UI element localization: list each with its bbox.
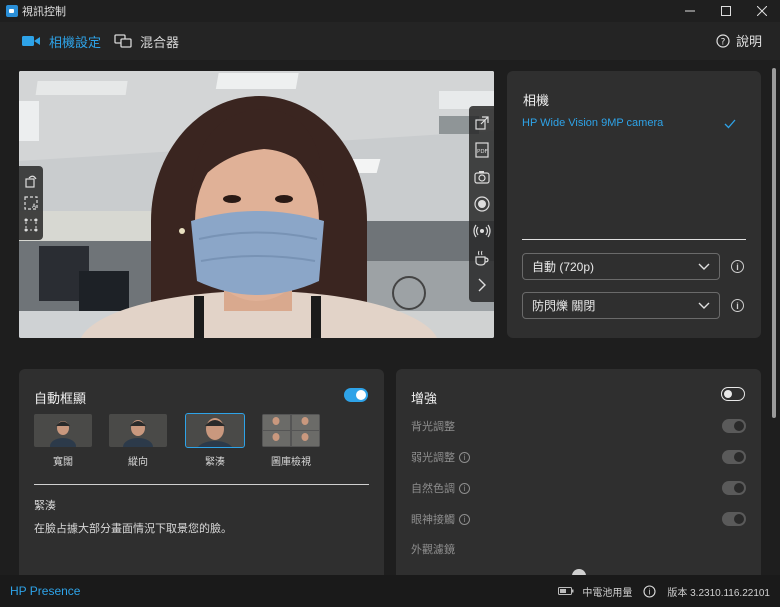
help-label: 說明 [735, 34, 762, 49]
camera-panel: 相機 HP Wide Vision 9MP camera 自動 (720p) i… [507, 71, 761, 338]
nav-bar: 相機設定 混合器 ? 說明 [0, 22, 780, 60]
svg-text:?: ? [721, 37, 726, 47]
enhance-title: 增強 [411, 391, 438, 406]
enhance-row-eye-contact: 眼神接觸 i [411, 511, 746, 527]
auto-framing-panel: 自動框顯 緊湊 在臉占據大部分畫面情況下取景您的臉。 [19, 369, 384, 579]
divider [522, 239, 746, 240]
broadcast-icon[interactable] [472, 224, 491, 238]
pdf-icon[interactable]: PDF [474, 142, 489, 158]
info-icon[interactable]: i [459, 482, 470, 494]
maximize-icon [721, 6, 731, 16]
help-button[interactable]: ? 說明 [716, 31, 762, 50]
framing-description: 在臉占據大部分畫面情況下取景您的臉。 [34, 523, 232, 535]
auto-frame-icon[interactable]: A [24, 196, 38, 210]
mixer-icon [114, 34, 132, 48]
framing-option-portrait[interactable]: 縱向 [109, 414, 167, 468]
enhance-row-label: 弱光調整 [411, 452, 455, 464]
enhance-row-label: 眼神接觸 [411, 514, 455, 526]
resolution-select[interactable]: 自動 (720p) [522, 253, 720, 280]
framing-thumbnail [185, 413, 245, 448]
chevron-down-icon [698, 302, 710, 309]
framing-option-gallery[interactable]: 圖庫檢視 [262, 414, 320, 468]
resolution-value: 自動 (720p) [532, 260, 595, 274]
tab-label: 混合器 [140, 34, 180, 50]
preview-right-toolbar: PDF [469, 106, 494, 302]
framing-thumbnail [262, 414, 320, 447]
window-controls [672, 0, 780, 22]
flicker-value: 防閃爍 關閉 [532, 299, 596, 313]
framing-option-label: 縱向 [128, 457, 148, 468]
framing-option-label: 圖庫檢視 [271, 457, 311, 468]
enhance-toggle[interactable] [721, 387, 745, 401]
framing-option-label: 緊湊 [205, 457, 225, 468]
enhance-row-natural-tone: 自然色調 i [411, 480, 746, 496]
enhance-row-lowlight: 弱光調整 i [411, 449, 746, 465]
framing-option-label: 寬闊 [53, 457, 73, 468]
camera-panel-title: 相機 [523, 93, 550, 108]
status-bar: HP Presence 中電池用量 i 版本 3.2310.116.22101 [0, 575, 780, 607]
scrollbar[interactable] [772, 68, 776, 418]
backlight-toggle[interactable] [722, 419, 746, 433]
info-icon[interactable]: i [643, 584, 656, 598]
title-bar: 視訊控制 [0, 0, 780, 22]
camera-icon [22, 36, 40, 46]
brand-label: HP Presence [10, 584, 81, 598]
minimize-icon [685, 10, 695, 12]
region-select-icon[interactable] [24, 218, 38, 232]
enhance-row-label: 外觀濾鏡 [411, 544, 455, 556]
camera-preview [19, 71, 494, 338]
svg-text:i: i [649, 587, 651, 596]
flicker-select[interactable]: 防閃爍 關閉 [522, 292, 720, 319]
framing-thumbnail [34, 414, 92, 447]
eye-contact-toggle[interactable] [722, 512, 746, 526]
coffee-break-icon[interactable] [474, 250, 490, 266]
framing-selected-title: 緊湊 [34, 500, 56, 512]
flicker-info-icon[interactable]: i [731, 299, 744, 312]
chevron-down-icon [698, 263, 710, 270]
framing-option-tight[interactable]: 緊湊 [185, 413, 245, 468]
preview-left-toolbar: A [19, 166, 43, 240]
minimize-button[interactable] [672, 0, 708, 22]
divider [34, 484, 369, 485]
info-icon[interactable]: i [459, 513, 470, 525]
camera-device-item[interactable]: HP Wide Vision 9MP camera [522, 117, 663, 129]
battery-icon [558, 587, 574, 595]
lowlight-toggle[interactable] [722, 450, 746, 464]
info-icon[interactable]: i [459, 451, 470, 463]
window-title: 視訊控制 [22, 6, 66, 18]
camera-feed-image [19, 71, 494, 338]
expand-arrow-icon[interactable] [477, 278, 487, 292]
enhance-row-appearance-filter: 外觀濾鏡 [411, 541, 746, 557]
enhance-row-label: 背光調整 [411, 421, 455, 433]
svg-text:A: A [32, 203, 37, 210]
tab-label: 相機設定 [49, 34, 102, 50]
enhance-row-backlight: 背光調整 [411, 418, 746, 434]
natural-tone-toggle[interactable] [722, 481, 746, 495]
enhance-row-label: 自然色調 [411, 483, 455, 495]
close-icon [757, 6, 767, 16]
framing-thumbnail [109, 414, 167, 447]
rotate-icon[interactable] [24, 174, 38, 188]
pop-out-icon[interactable] [474, 116, 489, 130]
snapshot-icon[interactable] [473, 170, 490, 184]
battery-status: 中電池用量 [582, 587, 633, 599]
help-icon: ? [716, 33, 730, 48]
resolution-info-icon[interactable]: i [731, 260, 744, 273]
auto-framing-title: 自動框顯 [34, 391, 87, 406]
status-right: 中電池用量 i 版本 3.2310.116.22101 [558, 575, 770, 607]
app-icon [6, 5, 18, 17]
record-icon[interactable] [473, 196, 490, 212]
framing-option-wide[interactable]: 寬闊 [34, 414, 92, 468]
maximize-button[interactable] [708, 0, 744, 22]
version-label: 版本 3.2310.116.22101 [667, 587, 770, 599]
tab-camera-settings[interactable]: 相機設定 [22, 31, 101, 51]
svg-text:PDF: PDF [477, 149, 488, 155]
enhance-panel: 增強 背光調整 弱光調整 i 自然色調 i 眼神接觸 i 外觀濾鏡 [396, 369, 761, 579]
tab-mixer[interactable]: 混合器 [114, 31, 179, 51]
close-button[interactable] [744, 0, 780, 22]
auto-framing-toggle[interactable] [344, 388, 368, 402]
checkmark-icon [724, 119, 736, 129]
